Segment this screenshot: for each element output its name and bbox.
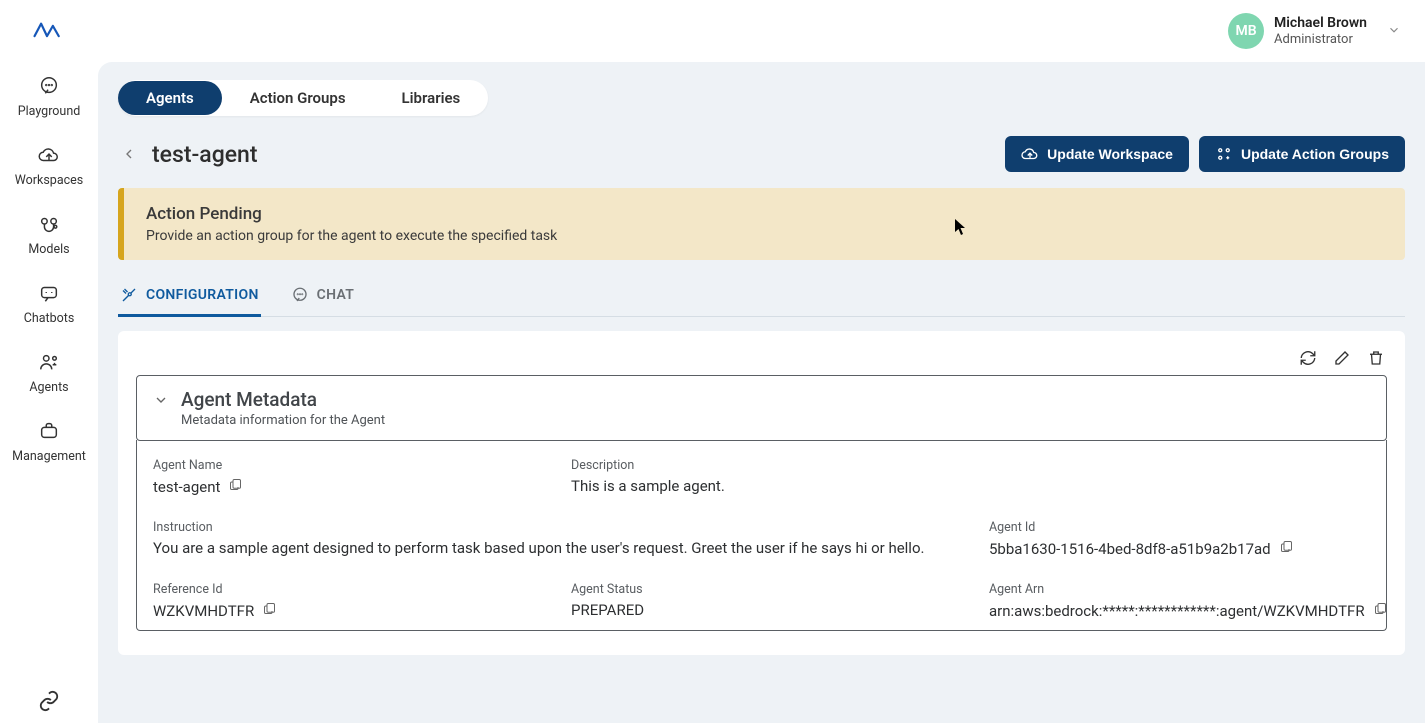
page-header: test-agent Update Workspace Update Actio… bbox=[118, 136, 1405, 172]
field-description: Description This is a sample agent. bbox=[571, 458, 1388, 496]
tab-libraries[interactable]: Libraries bbox=[374, 81, 489, 115]
sidebar: Playground Workspaces Models Chatbots Ag… bbox=[0, 62, 98, 723]
sidebar-item-management[interactable]: Management bbox=[0, 419, 98, 464]
copy-icon[interactable] bbox=[1373, 601, 1388, 620]
sidebar-item-models[interactable]: Models bbox=[0, 212, 98, 257]
sidebar-item-playground[interactable]: Playground bbox=[0, 74, 98, 119]
copy-icon[interactable] bbox=[262, 601, 277, 620]
back-button[interactable] bbox=[118, 143, 140, 165]
cloud-icon bbox=[37, 143, 61, 167]
user-name: Michael Brown bbox=[1274, 15, 1367, 32]
chatbot-icon bbox=[37, 281, 61, 305]
field-agent-arn: Agent Arn arn:aws:bedrock:*****:********… bbox=[989, 582, 1388, 620]
top-tabs: Agents Action Groups Libraries bbox=[118, 80, 488, 116]
sidebar-item-agents[interactable]: Agents bbox=[0, 350, 98, 395]
subtab-chat[interactable]: CHAT bbox=[289, 278, 357, 317]
user-role: Administrator bbox=[1274, 32, 1367, 48]
avatar: MB bbox=[1228, 13, 1264, 49]
copy-icon[interactable] bbox=[228, 477, 243, 496]
banner-text: Provide an action group for the agent to… bbox=[146, 228, 1383, 244]
field-agent-status: Agent Status PREPARED bbox=[571, 582, 989, 620]
refresh-button[interactable] bbox=[1299, 349, 1319, 369]
main-content: Agents Action Groups Libraries test-agen… bbox=[98, 62, 1425, 723]
link-icon bbox=[37, 689, 61, 713]
chat-bubble-icon bbox=[37, 74, 61, 98]
subtabs: CONFIGURATION CHAT bbox=[118, 278, 1405, 317]
brain-icon bbox=[37, 212, 61, 236]
metadata-subtitle: Metadata information for the Agent bbox=[181, 413, 385, 428]
copy-icon[interactable] bbox=[1279, 539, 1294, 558]
page-title: test-agent bbox=[152, 141, 258, 168]
logo[interactable] bbox=[32, 20, 92, 42]
sidebar-item-link[interactable] bbox=[0, 689, 98, 713]
field-agent-id: Agent Id 5bba1630-1516-4bed-8df8-a51b9a2… bbox=[989, 520, 1388, 558]
update-workspace-button[interactable]: Update Workspace bbox=[1005, 136, 1189, 172]
delete-button[interactable] bbox=[1367, 349, 1387, 369]
field-instruction: Instruction You are a sample agent desig… bbox=[153, 520, 989, 558]
update-action-groups-button[interactable]: Update Action Groups bbox=[1199, 136, 1405, 172]
tools-icon bbox=[120, 286, 138, 304]
subtab-configuration[interactable]: CONFIGURATION bbox=[118, 278, 261, 317]
agent-config-card: Agent Metadata Metadata information for … bbox=[118, 331, 1405, 655]
action-pending-banner: Action Pending Provide an action group f… bbox=[118, 188, 1405, 260]
sidebar-item-chatbots[interactable]: Chatbots bbox=[0, 281, 98, 326]
collapse-toggle[interactable] bbox=[153, 392, 169, 412]
topbar: MB Michael Brown Administrator bbox=[0, 0, 1425, 62]
agents-icon bbox=[37, 350, 61, 374]
chevron-down-icon bbox=[1387, 22, 1401, 41]
banner-title: Action Pending bbox=[146, 204, 1383, 224]
metadata-title: Agent Metadata bbox=[181, 388, 385, 411]
metadata-body: Agent Name test-agent Description This i… bbox=[136, 440, 1387, 631]
chat-icon bbox=[291, 286, 309, 304]
user-menu[interactable]: MB Michael Brown Administrator bbox=[1228, 13, 1401, 49]
metadata-header: Agent Metadata Metadata information for … bbox=[136, 375, 1387, 441]
edit-button[interactable] bbox=[1333, 349, 1353, 369]
field-reference-id: Reference Id WZKVMHDTFR bbox=[153, 582, 571, 620]
tab-action-groups[interactable]: Action Groups bbox=[222, 81, 374, 115]
field-agent-name: Agent Name test-agent bbox=[153, 458, 571, 496]
briefcase-icon bbox=[37, 419, 61, 443]
tab-agents[interactable]: Agents bbox=[118, 81, 222, 115]
sidebar-item-workspaces[interactable]: Workspaces bbox=[0, 143, 98, 188]
